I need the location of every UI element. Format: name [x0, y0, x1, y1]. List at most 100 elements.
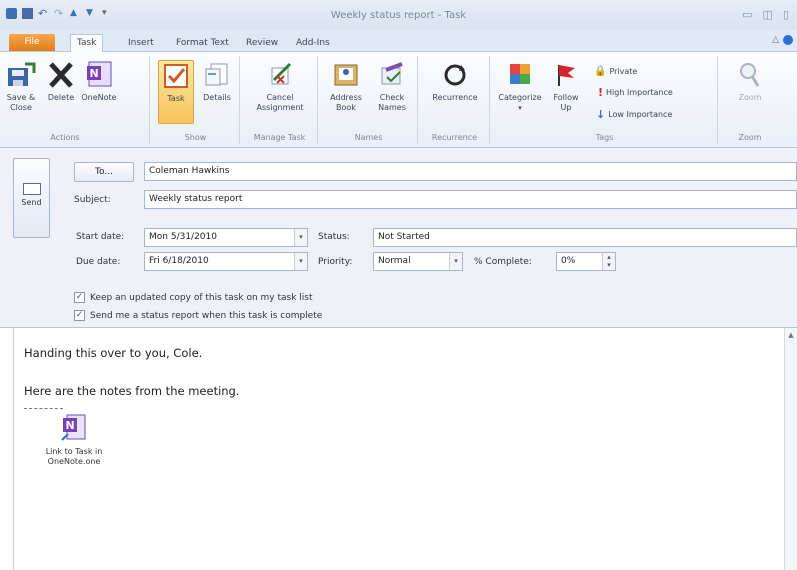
details-button[interactable]: Details	[200, 60, 234, 103]
task-view-button[interactable]: Task	[158, 60, 194, 124]
zoom-icon	[740, 63, 760, 87]
due-date-field[interactable]: Fri 6/18/2010 ▾	[144, 252, 308, 271]
minimize-icon[interactable]: ▭	[742, 8, 752, 21]
group-zoom: Zoom Zoom	[720, 56, 780, 144]
onenote-attachment[interactable]: N Link to Task in OneNote.one	[32, 413, 116, 467]
follow-up-button[interactable]: Follow Up	[546, 60, 586, 113]
percent-spinner-icon[interactable]: ▴ ▾	[602, 253, 615, 270]
send-label: Send	[21, 198, 42, 207]
due-date-value: Fri 6/18/2010	[149, 256, 209, 266]
body-line-2: Here are the notes from the meeting.	[24, 384, 240, 398]
title-bar: ↶ ↷ ▲ ▼ ▾ Weekly status report - Task ▭ …	[0, 0, 797, 30]
tab-task[interactable]: Task	[70, 34, 104, 53]
ribbon-help-area: △	[772, 35, 793, 45]
percent-complete-value: 0%	[561, 256, 576, 266]
recurrence-label: Recurrence	[432, 93, 478, 102]
categorize-dropdown-icon: ▾	[518, 104, 522, 112]
tab-file[interactable]: File	[9, 34, 55, 51]
task-view-label: Task	[167, 94, 185, 103]
zoom-button[interactable]: Zoom	[730, 60, 770, 103]
low-importance-button[interactable]: ↓ Low Importance	[596, 108, 672, 121]
vertical-scrollbar[interactable]: ▲	[784, 328, 797, 570]
send-report-checkbox[interactable]: ✓	[74, 310, 85, 321]
svg-text:N: N	[90, 67, 99, 80]
cancel-assignment-button[interactable]: Cancel Assignment	[246, 60, 314, 113]
status-field[interactable]: Not Started	[373, 228, 797, 247]
attachment-label: Link to Task in OneNote.one	[45, 447, 103, 466]
svg-text:N: N	[66, 419, 75, 432]
follow-up-label: Follow Up	[553, 93, 579, 112]
task-form: Send To... Coleman Hawkins Subject: Week…	[0, 148, 797, 328]
group-label-manage-task: Manage Task	[253, 133, 306, 142]
due-date-dropdown-icon[interactable]: ▾	[294, 253, 307, 270]
percent-complete-field[interactable]: 0% ▴ ▾	[556, 252, 616, 271]
keep-copy-checkbox[interactable]: ✓	[74, 292, 85, 303]
subject-field[interactable]: Weekly status report	[144, 190, 797, 209]
group-tags: Categorize ▾ Follow Up 🔒 Private ! High …	[492, 56, 718, 144]
status-label: Status:	[318, 232, 350, 242]
ribbon-tab-row: File Task Insert Format Text Review Add-…	[0, 30, 797, 53]
check-names-button[interactable]: Check Names	[372, 60, 412, 113]
tab-review[interactable]: Review	[240, 35, 284, 52]
group-label-recurrence: Recurrence	[431, 133, 478, 142]
zoom-label: Zoom	[738, 93, 762, 102]
send-report-row[interactable]: ✓ Send me a status report when this task…	[74, 310, 322, 321]
group-recurrence: Recurrence Recurrence	[420, 56, 490, 144]
task-icon	[164, 64, 188, 88]
tab-insert[interactable]: Insert	[122, 35, 160, 52]
keep-copy-label: Keep an updated copy of this task on my …	[90, 292, 313, 303]
priority-dropdown-icon[interactable]: ▾	[449, 253, 462, 270]
restore-icon[interactable]: ◫	[763, 8, 773, 21]
minimize-ribbon-icon[interactable]: △	[772, 35, 779, 45]
high-importance-button[interactable]: ! High Importance	[598, 86, 673, 99]
save-close-button[interactable]: Save & Close	[4, 60, 38, 113]
lock-icon: 🔒	[594, 66, 607, 77]
help-icon[interactable]	[783, 35, 793, 45]
group-label-show: Show	[184, 133, 207, 142]
ribbon: Save & Close Delete N OneNote Actions Ta…	[0, 52, 797, 148]
categorize-button[interactable]: Categorize ▾	[496, 60, 544, 113]
send-envelope-icon	[22, 183, 41, 195]
delete-button[interactable]: Delete	[44, 60, 78, 103]
tab-format-text[interactable]: Format Text	[170, 35, 235, 52]
group-label-tags: Tags	[595, 133, 614, 142]
cancel-assignment-label: Cancel Assignment	[256, 93, 304, 112]
onenote-label: OneNote	[81, 93, 117, 102]
follow-up-flag-icon	[558, 65, 575, 86]
body-line-1: Handing this over to you, Cole.	[24, 346, 203, 360]
categorize-label: Categorize	[498, 93, 542, 102]
check-names-icon	[381, 62, 403, 85]
send-report-label: Send me a status report when this task i…	[90, 310, 323, 321]
private-label: Private	[609, 67, 638, 76]
status-value: Not Started	[378, 232, 430, 242]
onenote-button[interactable]: N OneNote	[80, 60, 118, 103]
delete-icon	[49, 62, 73, 88]
address-book-button[interactable]: Address Book	[326, 60, 366, 113]
priority-field[interactable]: Normal ▾	[373, 252, 463, 271]
delete-label: Delete	[47, 93, 75, 102]
start-date-label: Start date:	[76, 232, 125, 242]
subject-label: Subject:	[74, 195, 111, 205]
group-label-actions: Actions	[50, 133, 80, 142]
start-date-field[interactable]: Mon 5/31/2010 ▾	[144, 228, 308, 247]
close-icon[interactable]: ▯	[783, 8, 789, 21]
to-button[interactable]: To...	[74, 162, 134, 182]
private-button[interactable]: 🔒 Private	[594, 66, 637, 77]
separator-line	[24, 408, 63, 409]
cancel-assignment-icon	[271, 62, 292, 85]
start-date-dropdown-icon[interactable]: ▾	[294, 229, 307, 246]
scroll-up-icon[interactable]: ▲	[785, 328, 797, 342]
due-date-label: Due date:	[76, 257, 121, 267]
onenote-file-icon: N	[61, 414, 86, 441]
low-importance-icon: ↓	[596, 108, 606, 121]
message-body[interactable]	[13, 328, 784, 570]
to-field[interactable]: Coleman Hawkins	[144, 162, 797, 181]
save-close-icon	[8, 62, 36, 86]
tab-add-ins[interactable]: Add-Ins	[290, 35, 336, 52]
onenote-icon: N	[87, 61, 112, 87]
check-names-label: Check Names	[378, 93, 406, 112]
percent-complete-label: % Complete:	[474, 257, 532, 267]
keep-copy-row[interactable]: ✓ Keep an updated copy of this task on m…	[74, 292, 313, 303]
recurrence-button[interactable]: Recurrence	[424, 60, 486, 103]
send-button[interactable]: Send	[13, 158, 50, 238]
